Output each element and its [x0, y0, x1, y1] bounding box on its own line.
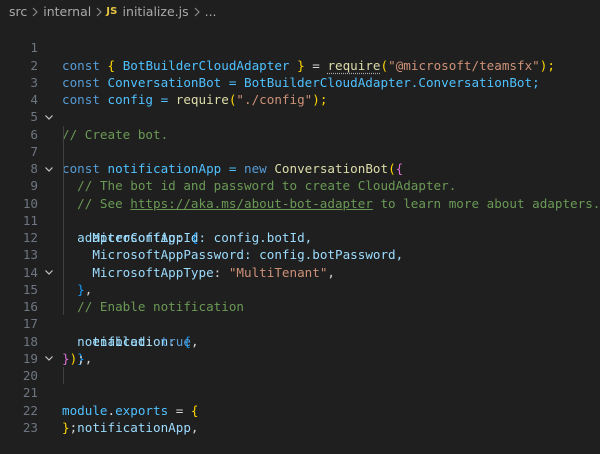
- indent-guide: [63, 298, 64, 316]
- indent-guide: [63, 246, 64, 264]
- code-line[interactable]: 4: [0, 74, 600, 107]
- code-line[interactable]: 12 MicrosoftAppType: "MultiTenant",: [0, 211, 600, 280]
- indent-guide: [63, 211, 64, 229]
- line-text: notificationApp,: [77, 419, 199, 435]
- code-line[interactable]: 1 const { BotBuilderCloudAdapter } = req…: [0, 22, 600, 72]
- chevron-right-icon: [92, 4, 106, 19]
- code-line[interactable]: 19: [0, 333, 600, 366]
- code-line[interactable]: 16 enabled: true,: [0, 280, 600, 349]
- code-line[interactable]: 9 adapterConfig: {: [0, 160, 600, 245]
- chevron-down-icon[interactable]: [43, 160, 55, 177]
- code-line[interactable]: 20 module.exports = {: [0, 350, 600, 418]
- breadcrumb-file[interactable]: initialize.js: [122, 4, 190, 19]
- code-line[interactable]: 10 MicrosoftAppId: config.botId,: [0, 177, 600, 245]
- breadcrumb-symbols[interactable]: ...: [204, 4, 218, 19]
- breadcrumb-folder-internal[interactable]: internal: [42, 4, 92, 19]
- breadcrumb: src internal JS initialize.js ...: [0, 0, 600, 22]
- indent-guide: [63, 280, 64, 298]
- line-number: 23: [22, 419, 38, 435]
- code-line[interactable]: 23: [0, 402, 600, 435]
- code-area[interactable]: 1 const { BotBuilderCloudAdapter } = req…: [0, 22, 600, 435]
- chevron-down-icon[interactable]: [43, 264, 55, 281]
- indent-guide: [63, 229, 64, 247]
- code-line[interactable]: 8 // See https://aka.ms/about-bot-adapte…: [0, 142, 600, 211]
- code-line[interactable]: 22 };: [0, 384, 600, 435]
- code-line[interactable]: 7 // The bot id and password to create C…: [0, 125, 600, 193]
- code-line[interactable]: 18 });: [0, 315, 600, 366]
- indent-guide: [63, 125, 64, 143]
- breadcrumb-folder-src[interactable]: src: [8, 4, 28, 19]
- code-line[interactable]: 5 // Create bot.: [0, 91, 600, 141]
- indent-guide: [63, 194, 64, 212]
- indent-guide: [63, 177, 64, 195]
- javascript-file-icon: JS: [106, 5, 118, 17]
- code-line[interactable]: 3 const config = require("./config");: [0, 57, 600, 107]
- code-line[interactable]: 17 },: [0, 298, 600, 366]
- line-text: };: [62, 419, 78, 435]
- code-line[interactable]: 11 MicrosoftAppPassword: config.botPassw…: [0, 194, 600, 262]
- code-editor[interactable]: src internal JS initialize.js ... 1 cons…: [0, 0, 600, 454]
- code-line[interactable]: 2 const ConversationBot = BotBuilderClou…: [0, 39, 600, 90]
- chevron-right-icon: [28, 4, 42, 19]
- indent-guide: [63, 142, 64, 160]
- code-line[interactable]: 15 notification: {: [0, 263, 600, 349]
- indent-guide: [63, 263, 64, 281]
- chevron-down-icon[interactable]: [43, 350, 55, 367]
- indent-guide: [63, 367, 64, 385]
- code-line[interactable]: 21 notificationApp,: [0, 367, 600, 435]
- indent-guide: [63, 160, 64, 178]
- code-line[interactable]: 14 // Enable notification: [0, 246, 600, 314]
- code-line[interactable]: 13 },: [0, 229, 600, 297]
- chevron-right-icon: [190, 4, 204, 19]
- chevron-down-icon[interactable]: [43, 108, 55, 125]
- code-line[interactable]: 6 const notificationApp = new Conversati…: [0, 108, 600, 176]
